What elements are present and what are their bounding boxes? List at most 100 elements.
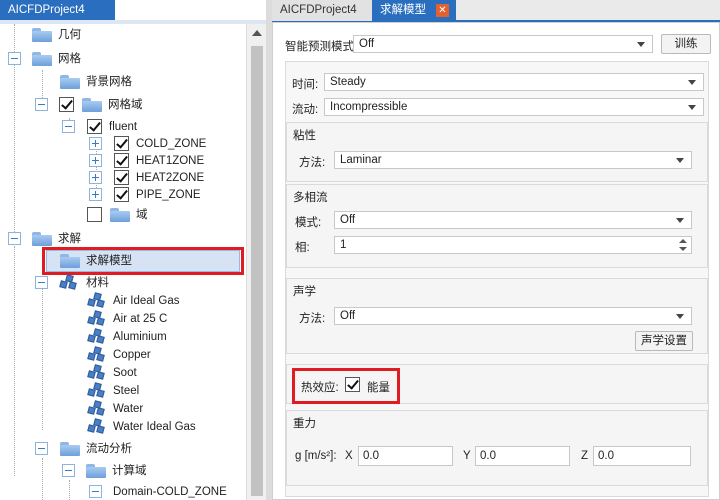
collapse-icon[interactable] <box>8 52 21 65</box>
acoustics-method-select[interactable]: Off <box>334 307 692 325</box>
tree-item-label: Water Ideal Gas <box>113 421 196 433</box>
scroll-up-icon[interactable] <box>252 30 262 36</box>
collapse-icon[interactable] <box>35 276 48 289</box>
checkbox[interactable] <box>114 153 129 168</box>
acoustics-settings-button[interactable]: 声学设置 <box>635 331 693 351</box>
folder-icon <box>32 52 52 66</box>
folder-icon <box>32 232 52 246</box>
gravity-x-input[interactable]: 0.0 <box>358 446 453 466</box>
expand-icon[interactable] <box>89 171 102 184</box>
tree-item-material[interactable]: Air Ideal Gas <box>0 292 240 310</box>
tree-item-mesh-domain[interactable]: 网格域 <box>0 96 240 114</box>
select-value: Incompressible <box>330 101 408 113</box>
scrollbar-thumb[interactable] <box>251 46 263 496</box>
chevron-down-icon <box>688 80 696 85</box>
tree-item-label: HEAT1ZONE <box>136 155 205 167</box>
project-tree-panel: AICFDProject4 几何 网格 背景网格 网格域 fluent COLD… <box>0 0 266 500</box>
multiphase-group: 多相流 模式: Off 相: 1 <box>286 184 708 268</box>
checkbox[interactable] <box>114 187 129 202</box>
folder-icon <box>82 98 102 112</box>
tree-item-label: 背景网格 <box>86 76 132 88</box>
expand-icon[interactable] <box>89 137 102 150</box>
smart-mode-select[interactable]: Off <box>353 35 653 53</box>
select-value: Off <box>340 214 356 226</box>
time-select[interactable]: Steady <box>324 73 704 91</box>
gravity-label: g [m/s²]: <box>295 450 337 462</box>
checkbox[interactable] <box>114 170 129 185</box>
tree-item-zone[interactable]: PIPE_ZONE <box>0 186 240 204</box>
tree-item-materials[interactable]: 材料 <box>0 274 240 292</box>
smart-mode-label: 智能预测模式: <box>285 41 358 53</box>
material-icon <box>87 400 106 417</box>
tree-item-compute-domain[interactable]: 计算域 <box>0 462 240 480</box>
tree-item-label: 网格域 <box>108 99 143 111</box>
checkbox[interactable] <box>59 97 74 112</box>
gravity-z-input[interactable]: 0.0 <box>593 446 691 466</box>
collapse-icon[interactable] <box>62 464 75 477</box>
editor-panel: AICFDProject4 求解模型 ✕ 智能预测模式: Off 训练 时间: … <box>272 0 720 500</box>
folder-icon <box>60 75 80 89</box>
flow-select[interactable]: Incompressible <box>324 98 704 116</box>
tree-item-solve[interactable]: 求解 <box>0 230 240 248</box>
collapse-icon[interactable] <box>62 120 75 133</box>
tree-item-label: Water <box>113 403 144 415</box>
phase-spinbox[interactable]: 1 <box>334 236 692 254</box>
tree-item-material[interactable]: Water <box>0 400 240 418</box>
collapse-icon[interactable] <box>35 98 48 111</box>
viscosity-method-select[interactable]: Laminar <box>334 151 692 169</box>
tree-item-zone[interactable]: HEAT1ZONE <box>0 152 240 170</box>
solver-model-form: 智能预测模式: Off 训练 时间: Steady 流动: Incompress… <box>272 22 720 500</box>
tree-item-material[interactable]: Water Ideal Gas <box>0 418 240 436</box>
phase-label: 相: <box>295 242 310 254</box>
expand-icon[interactable] <box>89 154 102 167</box>
gravity-y-label: Y <box>463 450 471 462</box>
tree-item-material[interactable]: Steel <box>0 382 240 400</box>
flow-label: 流动: <box>292 104 319 116</box>
chevron-down-icon <box>676 218 684 223</box>
tree-item-label: Copper <box>113 349 151 361</box>
tree-item-mesh[interactable]: 网格 <box>0 50 240 68</box>
material-icon <box>87 382 106 399</box>
select-value: Steady <box>330 76 366 88</box>
material-icon <box>87 292 106 309</box>
expand-icon[interactable] <box>89 188 102 201</box>
checkbox[interactable] <box>114 136 129 151</box>
multiphase-mode-select[interactable]: Off <box>334 211 692 229</box>
collapse-icon[interactable] <box>35 442 48 455</box>
tree-item-label: fluent <box>109 121 138 133</box>
tree-item-zone[interactable]: COLD_ZONE <box>0 135 240 153</box>
acoustics-title: 声学 <box>293 286 316 298</box>
tree-item-background-mesh[interactable]: 背景网格 <box>0 73 240 91</box>
tree-item-label: COLD_ZONE <box>136 138 207 150</box>
train-button[interactable]: 训练 <box>661 34 711 54</box>
material-icon <box>87 364 106 381</box>
checkbox[interactable] <box>87 207 102 222</box>
tree-item-material[interactable]: Aluminium <box>0 328 240 346</box>
tree-item-zone[interactable]: HEAT2ZONE <box>0 169 240 187</box>
tree-item-material[interactable]: Air at 25 C <box>0 310 240 328</box>
multiphase-mode-label: 模式: <box>295 217 322 229</box>
tree-item-label: 网格 <box>58 53 81 65</box>
multiphase-title: 多相流 <box>293 192 328 204</box>
material-icon <box>87 346 106 363</box>
collapse-icon[interactable] <box>8 232 21 245</box>
tree-scrollbar[interactable] <box>246 24 266 500</box>
tree-item-flow-analysis[interactable]: 流动分析 <box>0 440 240 458</box>
project-tab[interactable]: AICFDProject4 <box>0 0 115 20</box>
tab-solver-model[interactable]: 求解模型 ✕ <box>372 0 456 21</box>
folder-icon <box>110 208 130 222</box>
tree-item-geometry[interactable]: 几何 <box>0 26 240 44</box>
checkbox[interactable] <box>87 119 102 134</box>
tree-item-fluent[interactable]: fluent <box>0 118 240 136</box>
tree-item-material[interactable]: Copper <box>0 346 240 364</box>
gravity-y-input[interactable]: 0.0 <box>475 446 570 466</box>
close-icon[interactable]: ✕ <box>436 4 449 17</box>
tree-item-domain-cold-zone[interactable]: Domain-COLD_ZONE <box>0 483 240 500</box>
tab-project[interactable]: AICFDProject4 <box>272 0 372 21</box>
annotation-highlight-box <box>42 247 244 275</box>
collapse-icon[interactable] <box>89 485 102 498</box>
tree-item-material[interactable]: Soot <box>0 364 240 382</box>
tree-item-label: PIPE_ZONE <box>136 189 201 201</box>
tree-item-domain[interactable]: 域 <box>0 206 240 224</box>
spinner-arrows-icon[interactable] <box>679 238 687 252</box>
